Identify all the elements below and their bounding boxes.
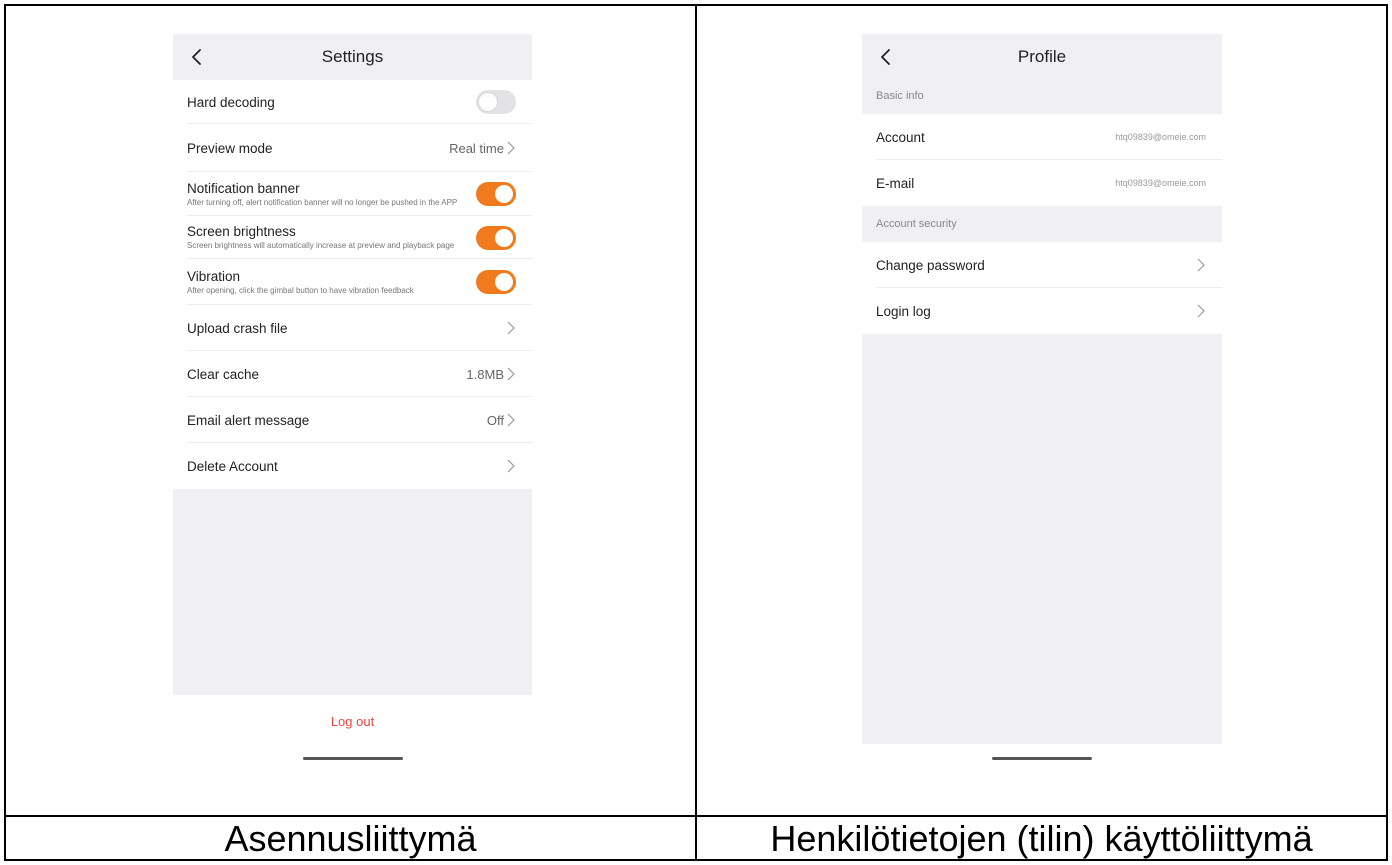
setting-label: Upload crash file [187, 320, 288, 336]
setting-value-group: Off [487, 412, 516, 428]
logout-button[interactable]: Log out [173, 695, 532, 747]
chevron-right-icon [507, 413, 515, 427]
vibration-toggle[interactable] [476, 270, 516, 294]
login-log-row[interactable]: Login log [862, 288, 1222, 334]
setting-notification-banner[interactable]: Notification banner After turning off, a… [173, 172, 532, 216]
setting-value: Off [486, 412, 504, 428]
account-label: Account [876, 129, 925, 145]
chevron-right-icon [507, 459, 515, 473]
chevron-right-icon [1197, 258, 1205, 272]
change-password-row[interactable]: Change password [862, 242, 1222, 288]
settings-screen: Settings Hard decoding Preview mode Real… [173, 34, 532, 774]
hard-decoding-toggle[interactable] [476, 90, 516, 114]
setting-value-group: Real time [449, 140, 516, 156]
toggle-knob [479, 93, 497, 111]
toggle-knob [495, 185, 513, 203]
profile-email-row: E-mail htq09839@omeie.com [862, 160, 1222, 206]
profile-screen: Profile Basic info Account htq09839@omei… [862, 34, 1222, 774]
setting-value: Real time [449, 140, 504, 156]
home-indicator[interactable] [992, 757, 1092, 760]
setting-label: Delete Account [187, 458, 278, 474]
setting-label: Preview mode [187, 140, 273, 156]
setting-screen-brightness[interactable]: Screen brightness Screen brightness will… [173, 216, 532, 259]
back-chevron-icon[interactable] [187, 47, 207, 67]
setting-preview-mode[interactable]: Preview mode Real time [173, 124, 532, 172]
chevron-right-icon [507, 141, 515, 155]
profile-navbar: Profile [862, 34, 1222, 80]
setting-upload-crash-file[interactable]: Upload crash file [173, 305, 532, 351]
chevron-right-icon [1197, 304, 1205, 318]
setting-label: Screen brightness [187, 224, 296, 240]
toggle-knob [495, 228, 513, 247]
empty-area [862, 334, 1222, 744]
setting-clear-cache[interactable]: Clear cache 1.8MB [173, 351, 532, 397]
setting-label: Hard decoding [187, 94, 275, 110]
setting-email-alert[interactable]: Email alert message Off [173, 397, 532, 443]
home-indicator[interactable] [302, 757, 403, 760]
setting-text-group: Notification banner After turning off, a… [187, 181, 457, 207]
caption-settings-ui: Asennusliittymä [224, 818, 477, 859]
account-value: htq09839@omeie.com [1115, 132, 1206, 142]
setting-label: Notification banner [187, 180, 300, 196]
setting-value: 1.8MB [466, 366, 504, 382]
email-label: E-mail [876, 175, 915, 191]
setting-label: Vibration [187, 268, 241, 284]
setting-description: Screen brightness will automatically inc… [187, 241, 455, 251]
setting-hard-decoding[interactable]: Hard decoding [173, 80, 532, 124]
email-value: htq09839@omeie.com [1115, 178, 1206, 188]
section-header-basic-info: Basic info [862, 78, 1222, 114]
profile-account-row: Account htq09839@omeie.com [862, 114, 1222, 160]
chevron-right-icon [507, 321, 515, 335]
empty-area [173, 489, 532, 695]
section-header-account-security: Account security [862, 206, 1222, 242]
change-password-label: Change password [876, 257, 985, 273]
page-title: Settings [321, 47, 384, 66]
table-divider-vertical [695, 4, 697, 861]
screen-brightness-toggle[interactable] [476, 225, 516, 250]
page-title: Profile [1017, 47, 1067, 66]
back-chevron-icon[interactable] [876, 47, 896, 67]
login-log-label: Login log [876, 303, 931, 319]
setting-text-group: Vibration After opening, click the gimba… [187, 269, 414, 295]
setting-label: Clear cache [187, 366, 260, 382]
setting-value-group: 1.8MB [466, 366, 516, 382]
caption-profile-ui: Henkilötietojen (tilin) käyttöliittymä [770, 818, 1313, 859]
notification-banner-toggle[interactable] [476, 182, 516, 206]
setting-delete-account[interactable]: Delete Account [173, 443, 532, 489]
toggle-knob [495, 273, 513, 291]
setting-vibration[interactable]: Vibration After opening, click the gimba… [173, 259, 532, 305]
setting-label: Email alert message [187, 412, 310, 428]
setting-description: After opening, click the gimbal button t… [187, 285, 414, 295]
setting-description: After turning off, alert notification ba… [187, 197, 458, 207]
setting-text-group: Screen brightness Screen brightness will… [187, 224, 454, 250]
chevron-right-icon [507, 367, 515, 381]
settings-navbar: Settings [173, 34, 532, 80]
